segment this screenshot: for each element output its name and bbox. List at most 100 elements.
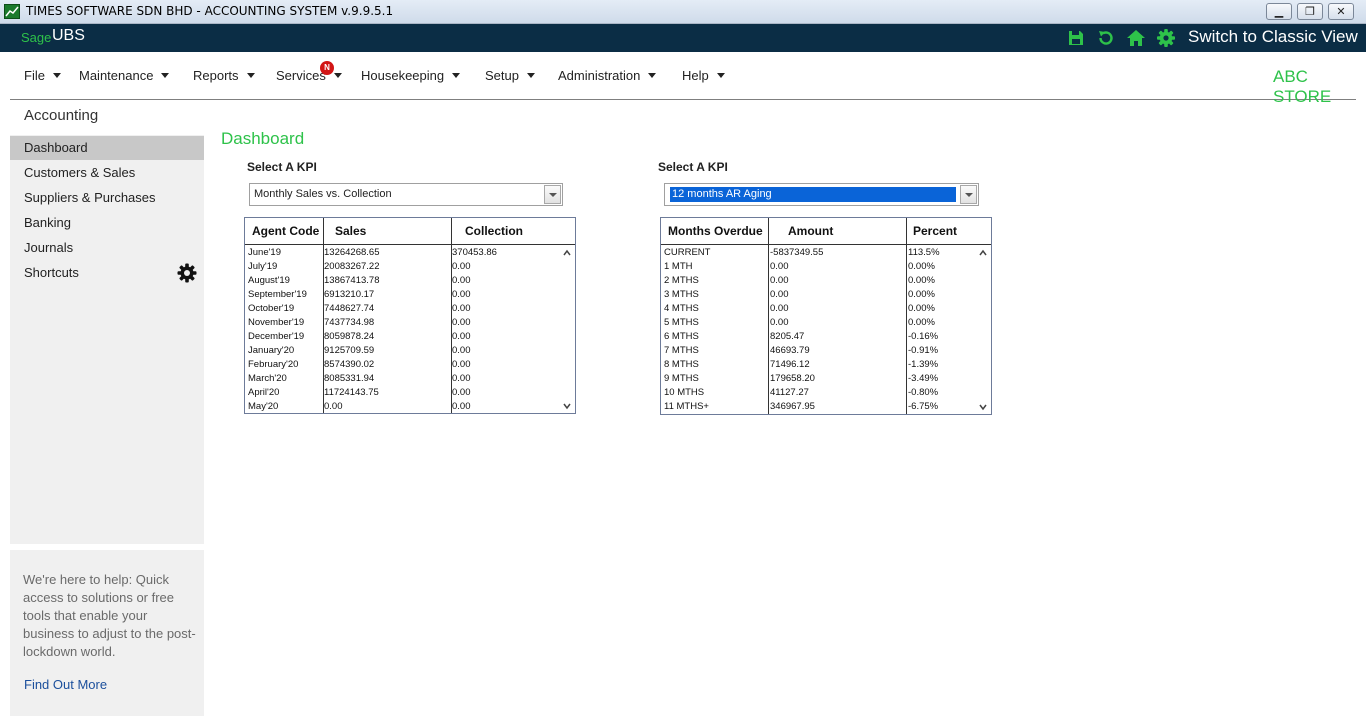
help-text: We're here to help: Quick access to solu… — [23, 572, 196, 659]
table-row[interactable]: August'19 13867413.78 0.00 — [245, 274, 575, 288]
table-cell: 0.00 — [452, 359, 471, 370]
column-header[interactable]: Amount — [788, 218, 833, 244]
column-header[interactable]: Months Overdue — [668, 218, 763, 244]
table-cell: 46693.79 — [770, 345, 810, 356]
chevron-down-icon — [246, 73, 255, 79]
sidebar-item-dashboard[interactable]: Dashboard — [10, 136, 204, 160]
table-row[interactable]: 2 MTHS 0.00 0.00% — [661, 274, 991, 288]
table-row[interactable]: 1 MTH 0.00 0.00% — [661, 260, 991, 274]
table-cell: 13867413.78 — [324, 275, 380, 286]
menu-maintenance[interactable]: Maintenance — [79, 68, 170, 83]
table-row[interactable]: 4 MTHS 0.00 0.00% — [661, 302, 991, 316]
find-out-more-link[interactable]: Find Out More — [24, 677, 107, 692]
close-button[interactable]: ✕ — [1328, 3, 1354, 20]
table-cell: 113.5% — [908, 247, 940, 258]
menu-administration[interactable]: Administration — [558, 68, 657, 83]
new-badge: N — [320, 61, 334, 75]
chevron-up-icon[interactable] — [979, 249, 987, 257]
vertical-scrollbar[interactable] — [976, 245, 991, 414]
sidebar: Dashboard Customers & Sales Suppliers & … — [10, 135, 204, 544]
table-row[interactable]: May'20 0.00 0.00 — [245, 400, 575, 414]
kpi-select-left[interactable]: Monthly Sales vs. Collection — [249, 183, 563, 206]
table-cell: 9125709.59 — [324, 345, 375, 356]
table-row[interactable]: 8 MTHS 71496.12 -1.39% — [661, 358, 991, 372]
table-cell: 179658.20 — [770, 373, 815, 384]
table-row[interactable]: CURRENT -5837349.55 113.5% — [661, 246, 991, 260]
sidebar-item-banking[interactable]: Banking — [10, 211, 204, 235]
column-header[interactable]: Percent — [913, 218, 957, 244]
table-row[interactable]: 5 MTHS 0.00 0.00% — [661, 316, 991, 330]
table-cell: 0.00 — [770, 303, 789, 314]
gear-icon[interactable] — [177, 263, 197, 283]
menu-services-label: Services — [276, 68, 326, 83]
brand-logo-ubs: UBS — [52, 27, 85, 44]
table-row[interactable]: June'19 13264268.65 370453.86 — [245, 246, 575, 260]
column-header[interactable]: Agent Code — [252, 218, 319, 244]
menu-help[interactable]: Help — [682, 68, 725, 83]
table-cell: 0.00 — [452, 387, 471, 398]
chevron-down-icon[interactable] — [544, 185, 561, 204]
table-row[interactable]: 9 MTHS 179658.20 -3.49% — [661, 372, 991, 386]
table-row[interactable]: 10 MTHS 41127.27 -0.80% — [661, 386, 991, 400]
table-row[interactable]: January'20 9125709.59 0.00 — [245, 344, 575, 358]
chevron-up-icon[interactable] — [563, 249, 571, 257]
menu-reports[interactable]: Reports — [193, 68, 255, 83]
menu-setup[interactable]: Setup — [485, 68, 535, 83]
app-icon — [4, 4, 20, 19]
table-row[interactable]: February'20 8574390.02 0.00 — [245, 358, 575, 372]
chevron-down-icon[interactable] — [979, 403, 987, 411]
home-icon[interactable] — [1126, 28, 1146, 48]
column-header[interactable]: Collection — [465, 218, 523, 244]
sidebar-item-suppliers-purchases[interactable]: Suppliers & Purchases — [10, 186, 204, 210]
table-row[interactable]: September'19 6913210.17 0.00 — [245, 288, 575, 302]
table-cell: 6913210.17 — [324, 289, 375, 300]
table-cell: 8205.47 — [770, 331, 805, 342]
menu-file[interactable]: File — [24, 68, 61, 83]
vertical-scrollbar[interactable] — [560, 245, 575, 413]
table-row[interactable]: April'20 11724143.75 0.00 — [245, 386, 575, 400]
chevron-down-icon — [452, 73, 461, 79]
table-row[interactable]: October'19 7448627.74 0.00 — [245, 302, 575, 316]
kpi-label-right: Select A KPI — [658, 160, 728, 174]
table-row[interactable]: 6 MTHS 8205.47 -0.16% — [661, 330, 991, 344]
table-row[interactable]: March'20 8085331.94 0.00 — [245, 372, 575, 386]
refresh-icon[interactable] — [1096, 28, 1116, 48]
table-row[interactable]: July'19 20083267.22 0.00 — [245, 260, 575, 274]
table-cell: 5 MTHS — [664, 317, 699, 328]
table-cell: 8 MTHS — [664, 359, 699, 370]
save-icon[interactable] — [1066, 28, 1086, 48]
column-header[interactable]: Sales — [335, 218, 366, 244]
table-cell: 4 MTHS — [664, 303, 699, 314]
sidebar-item-journals[interactable]: Journals — [10, 236, 204, 260]
sidebar-item-customers-sales[interactable]: Customers & Sales — [10, 161, 204, 185]
table-row[interactable]: 11 MTHS+ 346967.95 -6.75% — [661, 400, 991, 414]
table-row[interactable]: 3 MTHS 0.00 0.00% — [661, 288, 991, 302]
table-cell: -0.80% — [908, 387, 939, 398]
switch-classic-view-link[interactable]: Switch to Classic View — [1188, 27, 1358, 47]
kpi-select-right[interactable]: 12 months AR Aging — [664, 183, 979, 206]
table-row[interactable]: December'19 8059878.24 0.00 — [245, 330, 575, 344]
chevron-down-icon[interactable] — [960, 185, 977, 204]
section-title: Accounting — [24, 107, 99, 124]
table-row[interactable]: November'19 7437734.98 0.00 — [245, 316, 575, 330]
table-cell: 0.00 — [452, 401, 471, 412]
chevron-down-icon — [52, 73, 61, 79]
sidebar-item-shortcuts[interactable]: Shortcuts — [10, 261, 204, 285]
menu-help-label: Help — [682, 68, 709, 83]
table-cell: 0.00% — [908, 303, 935, 314]
table-cell: 0.00 — [324, 401, 343, 412]
table-cell: 0.00 — [452, 317, 471, 328]
table-cell: 3 MTHS — [664, 289, 699, 300]
table-row[interactable]: 7 MTHS 46693.79 -0.91% — [661, 344, 991, 358]
window-title-bar: TIMES SOFTWARE SDN BHD - ACCOUNTING SYST… — [0, 0, 1366, 24]
minimize-button[interactable]: ▁ — [1266, 3, 1292, 20]
table-cell: April'20 — [248, 387, 280, 398]
restore-button[interactable]: ❐ — [1297, 3, 1323, 20]
settings-icon[interactable] — [1156, 28, 1176, 48]
table-cell: 0.00 — [452, 289, 471, 300]
app-header: Sage UBS Switch to Classic View — [0, 24, 1366, 52]
chevron-down-icon[interactable] — [563, 402, 571, 410]
kpi-label-left: Select A KPI — [247, 160, 317, 174]
menu-housekeeping[interactable]: Housekeeping — [361, 68, 461, 83]
table-cell: 0.00 — [770, 317, 789, 328]
